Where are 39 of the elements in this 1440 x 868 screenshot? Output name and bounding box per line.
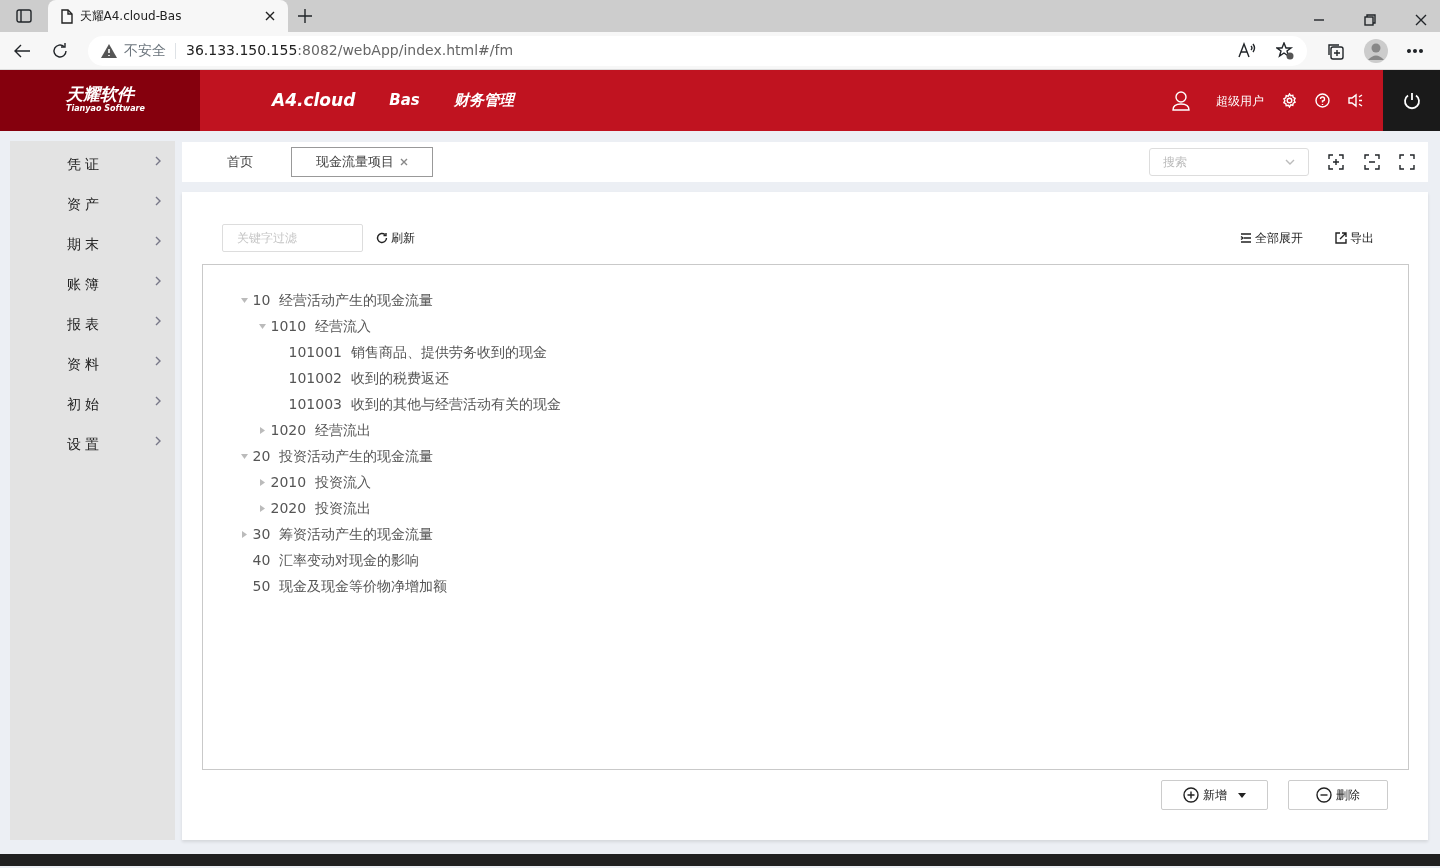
browser-tab[interactable]: 天耀A4.cloud-Bas	[48, 0, 288, 32]
sidebar-item[interactable]: 报 表	[10, 304, 175, 345]
header-nav-item[interactable]: 财务管理	[453, 89, 514, 112]
tree-node-label[interactable]: 20 投资活动产生的现金流量	[252, 445, 434, 467]
logo[interactable]: 天耀软件 Tianyao Software	[0, 70, 200, 131]
address-bar[interactable]: 不安全 36.133.150.155:8082/webApp/index.html#/fm	[88, 35, 1307, 66]
expand-all-button[interactable]: 全部展开	[1239, 229, 1303, 247]
page-tab[interactable]: 现金流量项目	[290, 147, 433, 177]
sidebar-item[interactable]: 资 产	[10, 184, 175, 225]
export-button[interactable]: 导出	[1334, 229, 1374, 247]
tab-title: 天耀A4.cloud-Bas	[79, 8, 183, 25]
add-button[interactable]: 新增	[1161, 780, 1268, 810]
header-nav-item[interactable]: A4.cloud	[272, 87, 356, 114]
url-text: 36.133.150.155:8082/webApp/index.html#/fm	[186, 41, 514, 60]
tree-node-label[interactable]: 10 经营活动产生的现金流量	[252, 289, 434, 311]
delete-button[interactable]: 删除	[1288, 780, 1388, 810]
refresh-button[interactable]: 刷新	[375, 229, 415, 247]
tree-node-label[interactable]: 2020 投资流出	[270, 497, 372, 519]
sidebar-item[interactable]: 资 料	[10, 344, 175, 385]
tree-node-label[interactable]: 101003 收到的其他与经营活动有关的现金	[288, 393, 561, 415]
tree-node-label[interactable]: 40 汇率变动对现金的影响	[252, 549, 420, 571]
tree-node-label[interactable]: 50 现金及现金等价物净增加额	[252, 575, 448, 597]
sidebar-item[interactable]: 凭 证	[10, 144, 175, 185]
tree-node-label[interactable]: 101002 收到的税费返还	[288, 367, 449, 389]
user-name[interactable]: 超级用户	[1216, 91, 1264, 110]
tree-node-label[interactable]: 1010 经营流入	[270, 315, 372, 337]
sidebar-item[interactable]: 初 始	[10, 384, 175, 425]
security-label: 不安全	[123, 41, 166, 60]
header-nav-item[interactable]: Bas	[389, 89, 420, 112]
sidebar-item[interactable]: 设 置	[10, 424, 175, 465]
tree-node-label[interactable]: 2010 投资流入	[270, 471, 372, 493]
logo-subtitle: Tianyao Software	[66, 103, 146, 115]
tree-node-label[interactable]: 101001 销售商品、提供劳务收到的现金	[288, 341, 547, 363]
tree-node-label[interactable]: 30 筹资活动产生的现金流量	[252, 523, 434, 545]
page-tab[interactable]: 首页	[201, 147, 278, 177]
logo-text: 天耀软件	[66, 86, 137, 103]
sidebar-item[interactable]: 账 簿	[10, 264, 175, 305]
sidebar-item[interactable]: 期 末	[10, 224, 175, 265]
tree-node-label[interactable]: 1020 经营流出	[270, 419, 372, 441]
